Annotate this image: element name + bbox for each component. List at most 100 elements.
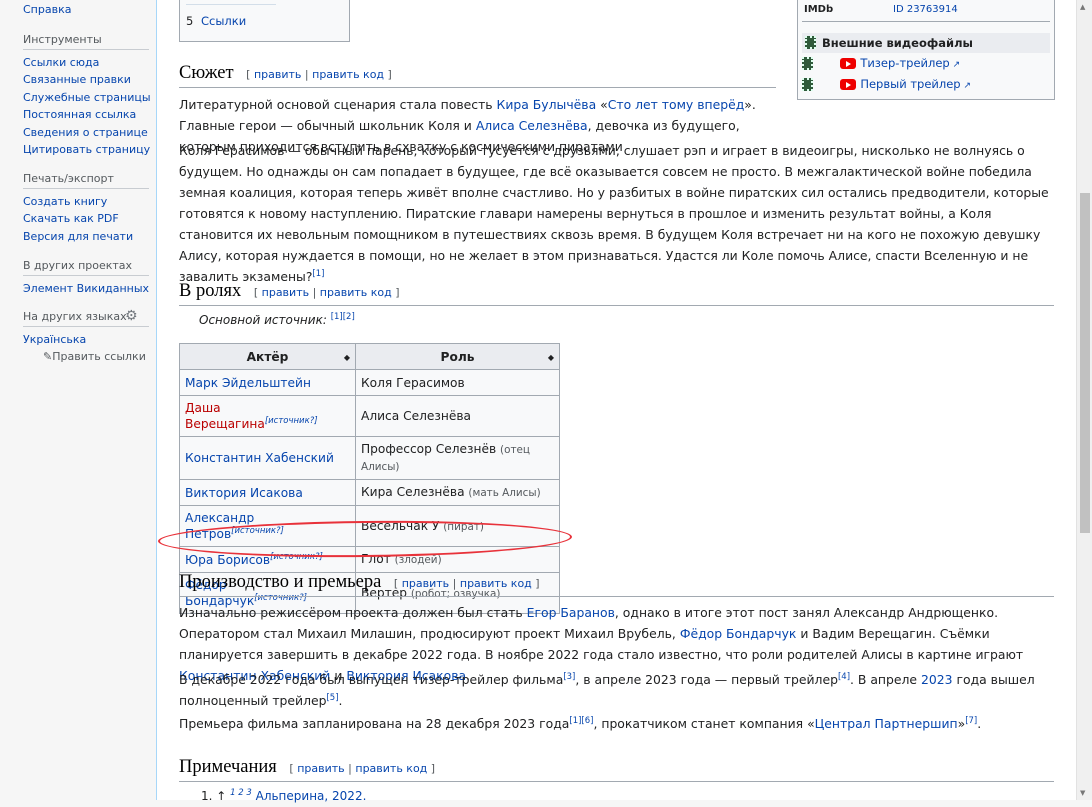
section-title-production: Производство и премьера <box>179 572 382 592</box>
sidebar-item-wikidata[interactable]: Элемент Викиданных <box>23 280 153 297</box>
section-edit-links: [ править | править код ] <box>246 68 392 81</box>
sidebar-languages-label: На других языках <box>23 310 127 323</box>
video-link-teaser[interactable]: Тизер-трейлер <box>860 56 949 70</box>
cell-actor: Константин Хабенский <box>179 436 356 480</box>
ref-link[interactable]: [3] <box>563 672 575 682</box>
ref-link[interactable]: [1] <box>312 269 324 279</box>
column-header-actor[interactable]: Актёр ◆ <box>179 343 356 370</box>
sidebar-item-whatlinkshere[interactable]: Ссылки сюда <box>23 54 153 71</box>
link-bondarchuk[interactable]: Фёдор Бондарчук <box>680 626 797 641</box>
section-heading-production: Производство и премьера [ править | прав… <box>179 572 1054 597</box>
sidebar-projects-title: В других проектах <box>23 259 133 272</box>
sidebar-item-create-book[interactable]: Создать книгу <box>23 193 153 210</box>
sidebar-item-related-changes[interactable]: Связанные правки <box>23 71 153 88</box>
sidebar-tools-title: Инструменты <box>23 33 102 46</box>
link-kir-bulychev[interactable]: Кира Булычёва <box>497 97 597 112</box>
sidebar-item-print-version[interactable]: Версия для печати <box>23 228 153 245</box>
section-title-plot: Сюжет <box>179 63 234 83</box>
youtube-icon <box>840 58 857 69</box>
cell-role: Алиса Селезнёва <box>355 395 560 437</box>
infobox: IMDb ID 23763914 Внешние видеофайлы Тизе… <box>797 0 1055 100</box>
link-sto-let[interactable]: Сто лет тому вперёд <box>608 97 745 112</box>
sidebar-item-permalink[interactable]: Постоянная ссылка <box>23 106 153 123</box>
table-row: Виктория Исакова Кира Селезнёва (мать Ал… <box>179 479 560 506</box>
edit-link[interactable]: править <box>254 68 301 81</box>
actor-link[interactable]: Виктория Исакова <box>185 486 303 500</box>
sidebar-item-special-pages[interactable]: Служебные страницы <box>23 89 153 106</box>
video-link-trailer[interactable]: Первый трейлер <box>860 77 960 91</box>
scrollbar-thumb[interactable] <box>1080 193 1090 533</box>
link-egor-baranov[interactable]: Егор Баранов <box>527 605 615 620</box>
notes-item-1: 1. ↑ 1 2 3 Альперина, 2022. <box>201 788 367 803</box>
actor-link[interactable]: Константин Хабенский <box>185 451 334 465</box>
cell-actor: Марк Эйдельштейн <box>179 369 356 396</box>
sort-icon[interactable]: ◆ <box>344 350 350 366</box>
cast-source-note: Основной источник: [1][2] <box>199 312 355 327</box>
external-link-icon: ↗ <box>949 60 961 70</box>
scrollbar[interactable]: ▲ ▼ <box>1076 0 1092 800</box>
backref-links[interactable]: 1 2 3 <box>230 788 252 798</box>
sidebar-print-title: Печать/экспорт <box>23 172 114 185</box>
section-edit-links: [ править | править код ] <box>393 577 540 590</box>
actor-link[interactable]: Даша Верещагина <box>185 401 265 431</box>
edit-links-label: Править ссылки <box>52 350 146 364</box>
link-alisa[interactable]: Алиса Селезнёва <box>476 118 588 133</box>
sidebar-item-download-pdf[interactable]: Скачать как PDF <box>23 210 153 227</box>
infobox-imdb-value[interactable]: ID 23763914 <box>893 0 958 20</box>
edit-code-link[interactable]: править код <box>312 68 384 81</box>
production-paragraph-2: В декабре 2022 года был выпущен тизер-тр… <box>179 671 1035 708</box>
table-row: Константин Хабенский Профессор Селезнёв … <box>179 436 560 480</box>
citation-needed[interactable]: [источник?] <box>265 416 318 426</box>
cell-actor: Виктория Исакова <box>179 479 356 506</box>
section-title-cast: В ролях <box>179 281 242 301</box>
sidebar-item-lang-uk[interactable]: Українська <box>23 331 153 348</box>
scroll-up-icon[interactable]: ▲ <box>1080 3 1085 11</box>
section-title-notes: Примечания <box>179 757 277 777</box>
edit-link[interactable]: править <box>262 286 309 299</box>
ref-link[interactable]: [5] <box>326 693 338 703</box>
sidebar-tools: Инструменты Ссылки сюда Связанные правки… <box>23 33 153 158</box>
actor-link[interactable]: Марк Эйдельштейн <box>185 376 311 390</box>
sidebar-languages: На других языках ⚙ Українська ✎Править с… <box>23 308 153 366</box>
sidebar-item-cite[interactable]: Цитировать страницу <box>23 141 153 158</box>
sort-icon[interactable]: ◆ <box>548 350 554 366</box>
sidebar-link-help[interactable]: Справка <box>23 1 153 18</box>
toc-item-number: 5 <box>186 14 194 28</box>
sidebar-item-page-info[interactable]: Сведения о странице <box>23 124 153 141</box>
edit-link[interactable]: править <box>297 762 344 775</box>
external-link-icon: ↗ <box>960 81 972 91</box>
section-heading-plot: Сюжет [ править | править код ] <box>179 63 776 88</box>
infobox-videos-header-label: Внешние видеофайлы <box>822 36 973 50</box>
cell-role: Коля Герасимов <box>355 369 560 396</box>
edit-link[interactable]: править <box>402 577 449 590</box>
gear-icon[interactable]: ⚙ <box>125 308 138 324</box>
pencil-icon: ✎ <box>43 350 53 364</box>
cell-actor: Даша Верещагина[источник?] <box>179 395 356 437</box>
link-central-partnership[interactable]: Централ Партнершип <box>815 716 958 731</box>
section-heading-cast: В ролях [ править | править код ] <box>179 281 1054 306</box>
edit-interlanguage-links[interactable]: ✎Править ссылки <box>23 348 153 365</box>
toc-item-label[interactable]: Ссылки <box>201 14 246 28</box>
sidebar-top: Справка <box>23 1 153 18</box>
content: 5 Ссылки IMDb ID 23763914 Внешние видеоф… <box>156 0 1076 803</box>
note-source-link[interactable]: Альперина, 2022. <box>256 789 367 803</box>
ref-link[interactable]: [1][2] <box>331 312 355 322</box>
production-paragraph-3: Премьера фильма запланирована на 28 дека… <box>179 715 982 731</box>
scroll-down-icon[interactable]: ▼ <box>1080 789 1085 797</box>
table-row: Марк Эйдельштейн Коля Герасимов <box>179 369 560 396</box>
ref-link[interactable]: [7] <box>965 716 977 726</box>
edit-code-link[interactable]: править код <box>355 762 427 775</box>
ref-link[interactable]: [4] <box>838 672 850 682</box>
table-row: Даша Верещагина[источник?] Алиса Селезнё… <box>179 395 560 437</box>
youtube-icon <box>840 79 857 90</box>
link-2023[interactable]: 2023 <box>921 672 953 687</box>
section-heading-notes: Примечания [ править | править код ] <box>179 757 1054 782</box>
film-icon <box>802 57 813 70</box>
section-edit-links: [ править | править код ] <box>253 286 400 299</box>
edit-code-link[interactable]: править код <box>320 286 392 299</box>
edit-code-link[interactable]: править код <box>460 577 532 590</box>
column-header-role[interactable]: Роль ◆ <box>355 343 560 370</box>
toc-item[interactable]: 5 Ссылки <box>186 11 246 32</box>
film-icon <box>805 36 816 49</box>
ref-link[interactable]: [1][6] <box>569 716 593 726</box>
